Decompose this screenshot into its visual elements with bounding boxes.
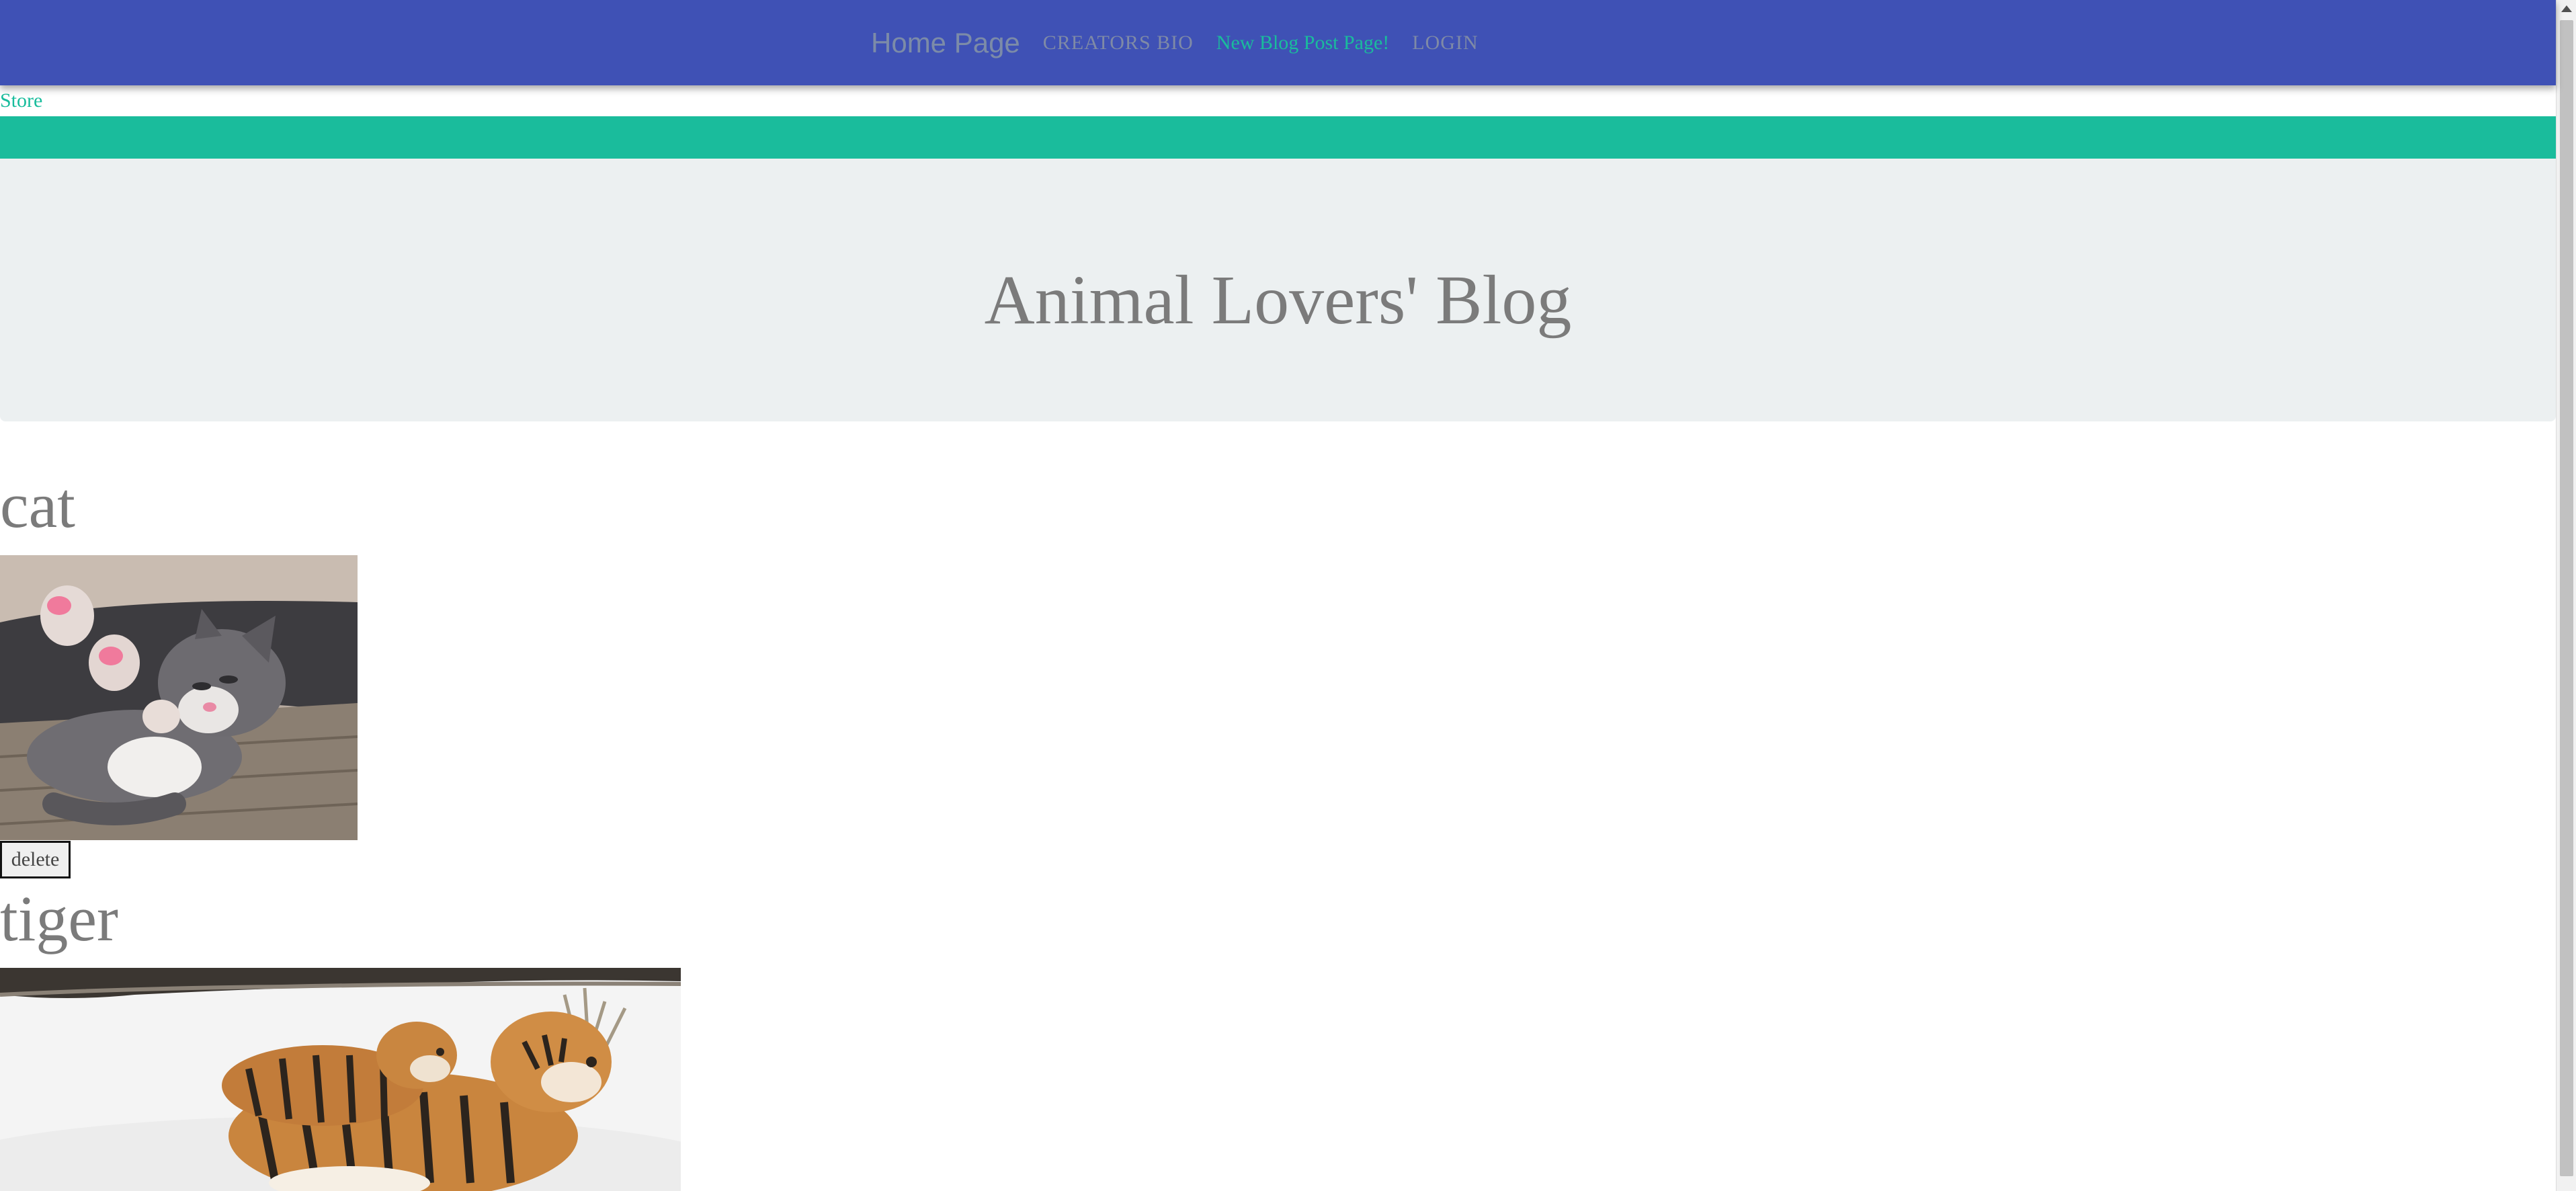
login-link[interactable]: LOGIN: [1412, 32, 1478, 54]
post-title-cat: cat: [0, 469, 75, 541]
top-navbar: Home Page CREATORS BIO New Blog Post Pag…: [0, 0, 2556, 85]
creators-bio-link[interactable]: CREATORS BIO: [1043, 32, 1194, 54]
cat-image: [0, 555, 358, 840]
accent-bar: [0, 116, 2556, 159]
new-blog-post-link[interactable]: New Blog Post Page!: [1216, 32, 1390, 54]
delete-button[interactable]: delete: [0, 841, 71, 878]
tiger-image: [0, 968, 681, 1191]
post-title-tiger: tiger: [0, 882, 118, 954]
page-title: Animal Lovers' Blog: [984, 261, 1572, 339]
jumbotron: Animal Lovers' Blog: [0, 159, 2556, 421]
scrollbar-thumb[interactable]: [2560, 20, 2573, 1176]
scroll-up-arrow-icon[interactable]: [2561, 5, 2572, 12]
nav-links: Home Page CREATORS BIO New Blog Post Pag…: [871, 0, 1501, 85]
store-link[interactable]: Store: [0, 89, 42, 113]
home-page-link[interactable]: Home Page: [871, 27, 1020, 59]
vertical-scrollbar[interactable]: [2556, 0, 2576, 1191]
